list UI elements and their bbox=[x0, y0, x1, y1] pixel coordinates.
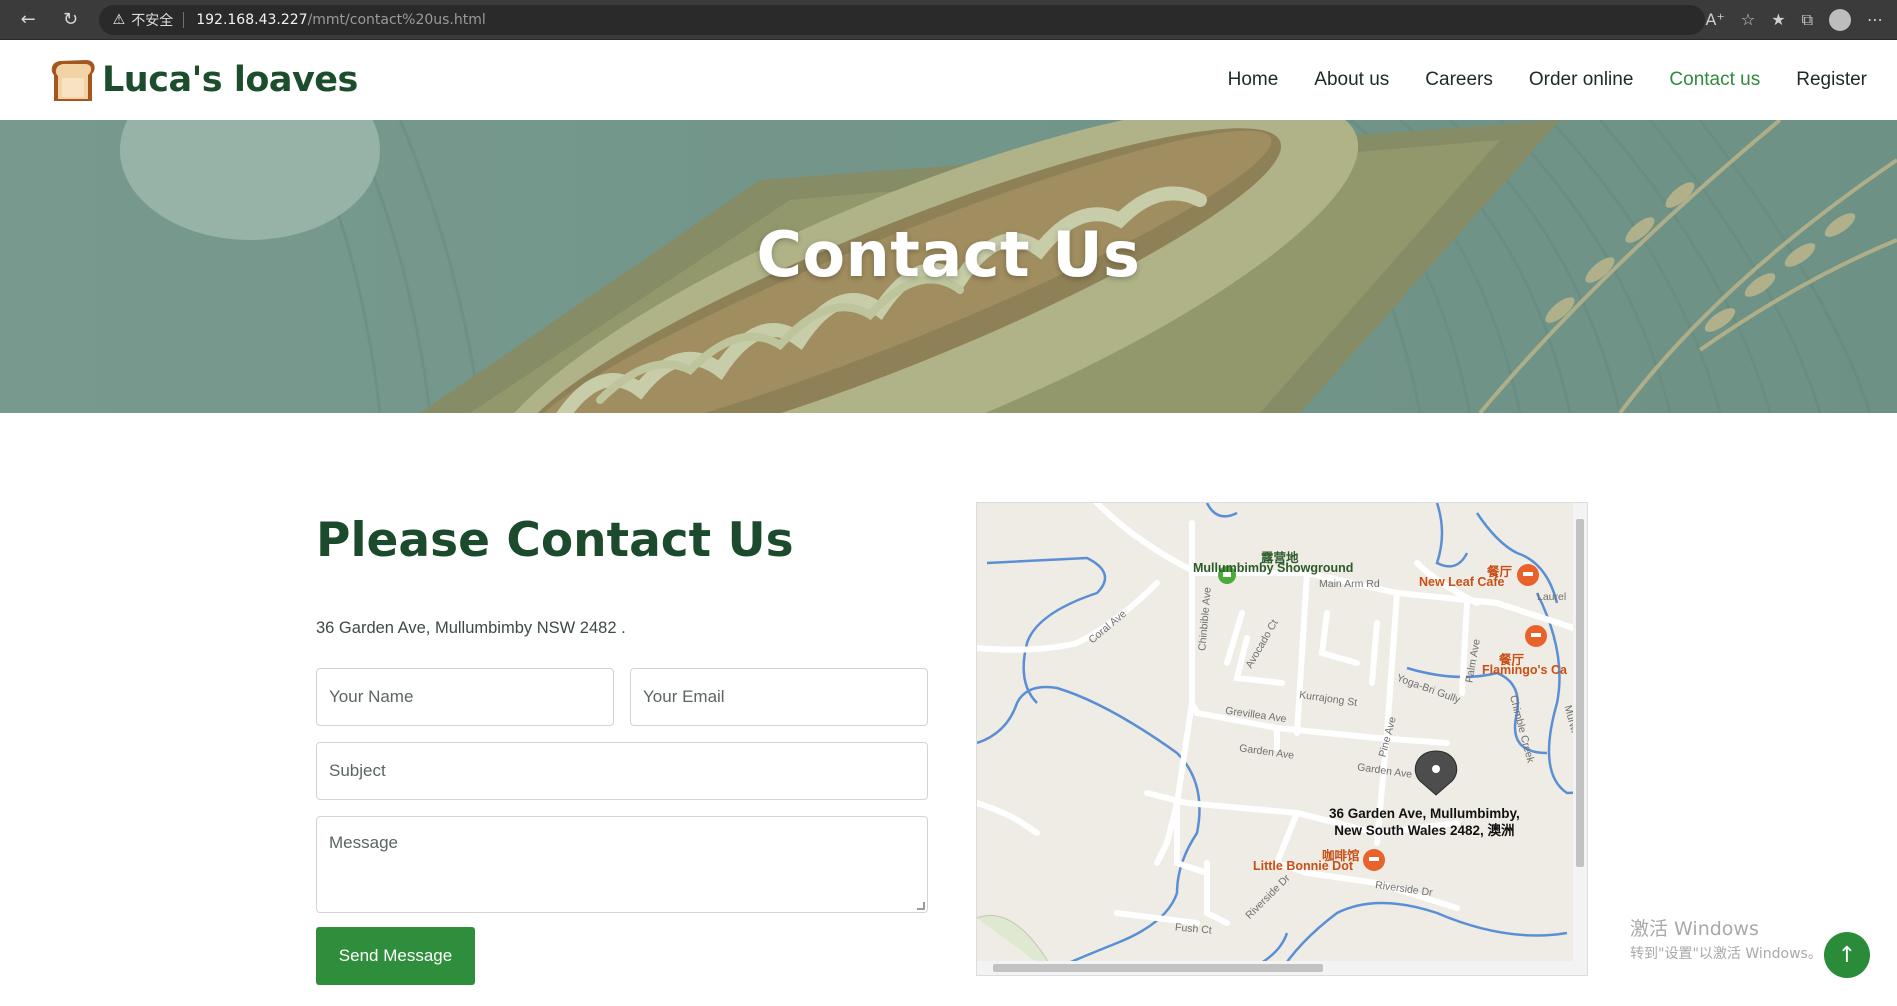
map-road-main-arm: Main Arm Rd bbox=[1319, 578, 1380, 590]
brand-logo[interactable]: Luca's loaves bbox=[48, 57, 358, 103]
read-aloud-icon[interactable]: A⁺ bbox=[1705, 10, 1724, 29]
send-message-button[interactable]: Send Message bbox=[316, 927, 475, 985]
map-horizontal-scrollbar[interactable] bbox=[977, 961, 1587, 975]
email-placeholder: Your Email bbox=[643, 687, 725, 706]
watermark-line2: 转到"设置"以激活 Windows。 bbox=[1630, 946, 1822, 962]
main-nav: Home About us Careers Order online Conta… bbox=[1228, 69, 1867, 91]
message-textarea[interactable]: Message bbox=[316, 816, 928, 913]
name-placeholder: Your Name bbox=[329, 687, 414, 706]
map-place-flamingo[interactable]: Flamingo's Ca bbox=[1482, 663, 1567, 677]
url-host: 192.168.43.227 bbox=[196, 11, 308, 28]
name-input[interactable]: Your Name bbox=[316, 668, 614, 726]
bread-icon bbox=[51, 60, 95, 101]
address-separator bbox=[183, 11, 185, 28]
brand-name: Luca's loaves bbox=[102, 60, 358, 100]
hero-title: Contact Us bbox=[756, 218, 1141, 291]
site-header: Luca's loaves Home About us Careers Orde… bbox=[0, 40, 1897, 120]
address-bar[interactable]: ⚠ 不安全 192.168.43.227/mmt/contact%20us.ht… bbox=[98, 4, 1706, 35]
browser-toolbar: ← ↻ ⚠ 不安全 192.168.43.227/mmt/contact%20u… bbox=[0, 0, 1897, 40]
nav-home[interactable]: Home bbox=[1228, 69, 1279, 91]
watermark-line1: 激活 Windows bbox=[1630, 918, 1759, 940]
contact-heading: Please Contact Us bbox=[316, 513, 794, 568]
map-vertical-scroll-thumb[interactable] bbox=[1576, 519, 1584, 867]
map-marker-label-line2: New South Wales 2482, 澳洲 bbox=[1334, 823, 1515, 838]
nav-register[interactable]: Register bbox=[1796, 69, 1867, 91]
nav-careers[interactable]: Careers bbox=[1425, 69, 1493, 91]
email-input[interactable]: Your Email bbox=[630, 668, 928, 726]
back-to-top-button[interactable]: ↑ bbox=[1824, 932, 1870, 978]
browser-actions: A⁺ ☆ ★ ⧉ ⋯ bbox=[1705, 8, 1883, 31]
message-placeholder: Message bbox=[329, 833, 398, 852]
map-place-bonnie[interactable]: Little Bonnie Dot bbox=[1253, 859, 1353, 873]
map-road-laurel: Laurel bbox=[1537, 591, 1567, 603]
map-marker-label-line1: 36 Garden Ave, Mullumbimby, bbox=[1329, 806, 1520, 821]
favorites-icon[interactable]: ★ bbox=[1771, 10, 1785, 29]
contact-section: Please Contact Us 36 Garden Ave, Mullumb… bbox=[0, 413, 1897, 1006]
contact-address: 36 Garden Ave, Mullumbimby NSW 2482 . bbox=[316, 619, 626, 637]
warning-icon: ⚠ bbox=[112, 11, 126, 28]
back-arrow-icon[interactable]: ← bbox=[14, 5, 42, 35]
url-path: /mmt/contact%20us.html bbox=[307, 11, 486, 28]
nav-order-online[interactable]: Order online bbox=[1529, 69, 1634, 91]
arrow-up-icon: ↑ bbox=[1837, 942, 1857, 968]
insecure-label: 不安全 bbox=[131, 12, 174, 29]
map-horizontal-scroll-thumb[interactable] bbox=[993, 964, 1323, 972]
collections-icon[interactable]: ⧉ bbox=[1802, 10, 1813, 30]
map-place-showground[interactable]: Mullumbimby Showground bbox=[1193, 561, 1353, 575]
map-place-newleaf[interactable]: New Leaf Cafe bbox=[1419, 575, 1504, 589]
map-vertical-scrollbar[interactable] bbox=[1573, 503, 1587, 963]
nav-about-us[interactable]: About us bbox=[1314, 69, 1389, 91]
nav-contact-us[interactable]: Contact us bbox=[1669, 69, 1760, 91]
resize-handle[interactable] bbox=[917, 902, 925, 910]
favorite-add-icon[interactable]: ☆ bbox=[1741, 10, 1755, 29]
profile-avatar[interactable] bbox=[1829, 8, 1851, 31]
subject-input[interactable]: Subject bbox=[316, 742, 928, 800]
more-menu-icon[interactable]: ⋯ bbox=[1867, 10, 1883, 29]
hero-banner: Contact Us bbox=[0, 120, 1897, 413]
map-marker-label: 36 Garden Ave, Mullumbimby, New South Wa… bbox=[1329, 805, 1520, 839]
windows-activation-watermark: 激活 Windows 转到"设置"以激活 Windows。 bbox=[1630, 914, 1822, 963]
subject-placeholder: Subject bbox=[329, 761, 386, 780]
reload-icon[interactable]: ↻ bbox=[56, 5, 84, 35]
map-embed[interactable]: 露营地 Mullumbimby Showground 餐厅 New Leaf C… bbox=[976, 502, 1588, 976]
